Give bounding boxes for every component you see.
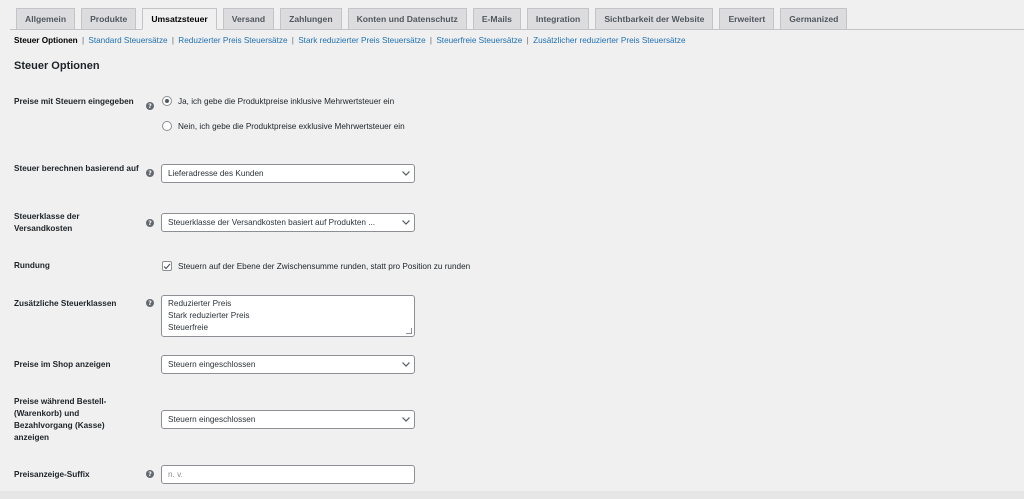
tab-integration[interactable]: Integration xyxy=(526,8,590,29)
help-icon[interactable]: ? xyxy=(146,470,154,478)
textarea-line: Stark reduzierter Preis xyxy=(168,311,250,320)
subnav-stark-reduzierter-preis[interactable]: Stark reduzierter Preis Steuersätze xyxy=(298,36,425,45)
radio-button-selected[interactable] xyxy=(162,96,172,106)
resize-handle-icon[interactable] xyxy=(406,328,412,334)
tax-subnav: Steuer Optionen | Standard Steuersätze |… xyxy=(14,36,686,45)
select-value: Lieferadresse des Kunden xyxy=(168,169,264,178)
subnav-steuerfreie[interactable]: Steuerfreie Steuersätze xyxy=(436,36,522,45)
label-cart-display: Preise während Bestell- (Warenkorb) und … xyxy=(14,397,107,442)
tab-produkte[interactable]: Produkte xyxy=(81,8,137,29)
radio-prices-inclusive[interactable]: Ja, ich gebe die Produktpreise inklusive… xyxy=(162,96,394,106)
tab-konten-und-datenschutz[interactable]: Konten und Datenschutz xyxy=(347,8,467,29)
checkbox-rounding[interactable]: Steuern auf der Ebene der Zwischensumme … xyxy=(162,261,470,271)
help-icon[interactable]: ? xyxy=(146,102,154,110)
subnav-separator: | xyxy=(171,36,175,45)
subnav-standard-steuersaetze[interactable]: Standard Steuersätze xyxy=(88,36,167,45)
subnav-zusaetzlicher-reduzierter[interactable]: Zusätzlicher reduzierter Preis Steuersät… xyxy=(533,36,685,45)
checkbox-label: Steuern auf der Ebene der Zwischensumme … xyxy=(178,261,471,271)
select-value: Steuerklasse der Versandkosten basiert a… xyxy=(168,218,376,227)
tab-allgemein[interactable]: Allgemein xyxy=(16,8,76,29)
textarea-line: Steuerfreie xyxy=(168,323,209,332)
chevron-down-icon xyxy=(398,171,414,176)
section-title: Steuer Optionen xyxy=(14,60,100,72)
help-icon[interactable]: ? xyxy=(146,169,154,177)
checkbox-checked[interactable] xyxy=(162,261,172,271)
check-icon xyxy=(163,263,171,269)
help-icon[interactable]: ? xyxy=(146,219,154,227)
select-shop-display[interactable]: Steuern eingeschlossen xyxy=(161,355,415,374)
chevron-down-icon xyxy=(398,417,414,422)
subnav-separator: | xyxy=(526,36,529,45)
settings-tabs: Allgemein Produkte Umsatzsteuer Versand … xyxy=(10,8,1024,30)
select-shipping-tax-class[interactable]: Steuerklasse der Versandkosten basiert a… xyxy=(161,213,415,232)
tab-zahlungen[interactable]: Zahlungen xyxy=(280,8,342,29)
radio-label: Nein, ich gebe die Produktpreise exklusi… xyxy=(178,121,405,131)
radio-button[interactable] xyxy=(162,121,172,131)
chevron-down-icon xyxy=(398,220,414,225)
subnav-separator: | xyxy=(81,36,85,45)
subnav-reduzierter-preis[interactable]: Reduzierter Preis Steuersätze xyxy=(178,36,287,45)
tab-sichtbarkeit[interactable]: Sichtbarkeit der Website xyxy=(595,8,714,29)
label-rounding: Rundung xyxy=(14,261,50,270)
subnav-separator: | xyxy=(429,36,433,45)
label-additional-tax-classes: Zusätzliche Steuerklassen xyxy=(14,299,117,308)
tab-emails[interactable]: E-Mails xyxy=(472,8,521,29)
label-prices-entered: Preise mit Steuern eingegeben xyxy=(14,97,134,106)
label-price-suffix: Preisanzeige-Suffix xyxy=(14,470,90,479)
subnav-separator: | xyxy=(291,36,294,45)
tab-germanized[interactable]: Germanized xyxy=(780,8,848,29)
input-placeholder: n. v. xyxy=(168,470,183,479)
label-shipping-tax-class: Steuerklasse der Versandkosten xyxy=(14,212,80,233)
bottom-scroll-area xyxy=(0,491,1024,499)
textarea-additional-tax-classes[interactable]: Reduzierter Preis Stark reduzierter Prei… xyxy=(161,295,415,337)
label-tax-based-on: Steuer berechnen basierend auf xyxy=(14,164,139,173)
input-price-suffix[interactable]: n. v. xyxy=(161,465,415,484)
label-shop-display: Preise im Shop anzeigen xyxy=(14,360,111,369)
select-tax-based-on[interactable]: Lieferadresse des Kunden xyxy=(161,164,415,183)
select-cart-display[interactable]: Steuern eingeschlossen xyxy=(161,410,415,429)
tab-erweitert[interactable]: Erweitert xyxy=(719,8,775,29)
tab-versand[interactable]: Versand xyxy=(222,8,275,29)
select-value: Steuern eingeschlossen xyxy=(168,360,256,369)
tab-umsatzsteuer[interactable]: Umsatzsteuer xyxy=(142,8,217,30)
subnav-steuer-optionen[interactable]: Steuer Optionen xyxy=(14,36,78,45)
chevron-down-icon xyxy=(398,362,414,367)
textarea-line: Reduzierter Preis xyxy=(168,299,232,308)
help-icon[interactable]: ? xyxy=(146,299,154,307)
radio-label: Ja, ich gebe die Produktpreise inklusive… xyxy=(178,96,395,106)
select-value: Steuern eingeschlossen xyxy=(168,415,256,424)
radio-prices-exclusive[interactable]: Nein, ich gebe die Produktpreise exklusi… xyxy=(162,121,405,131)
